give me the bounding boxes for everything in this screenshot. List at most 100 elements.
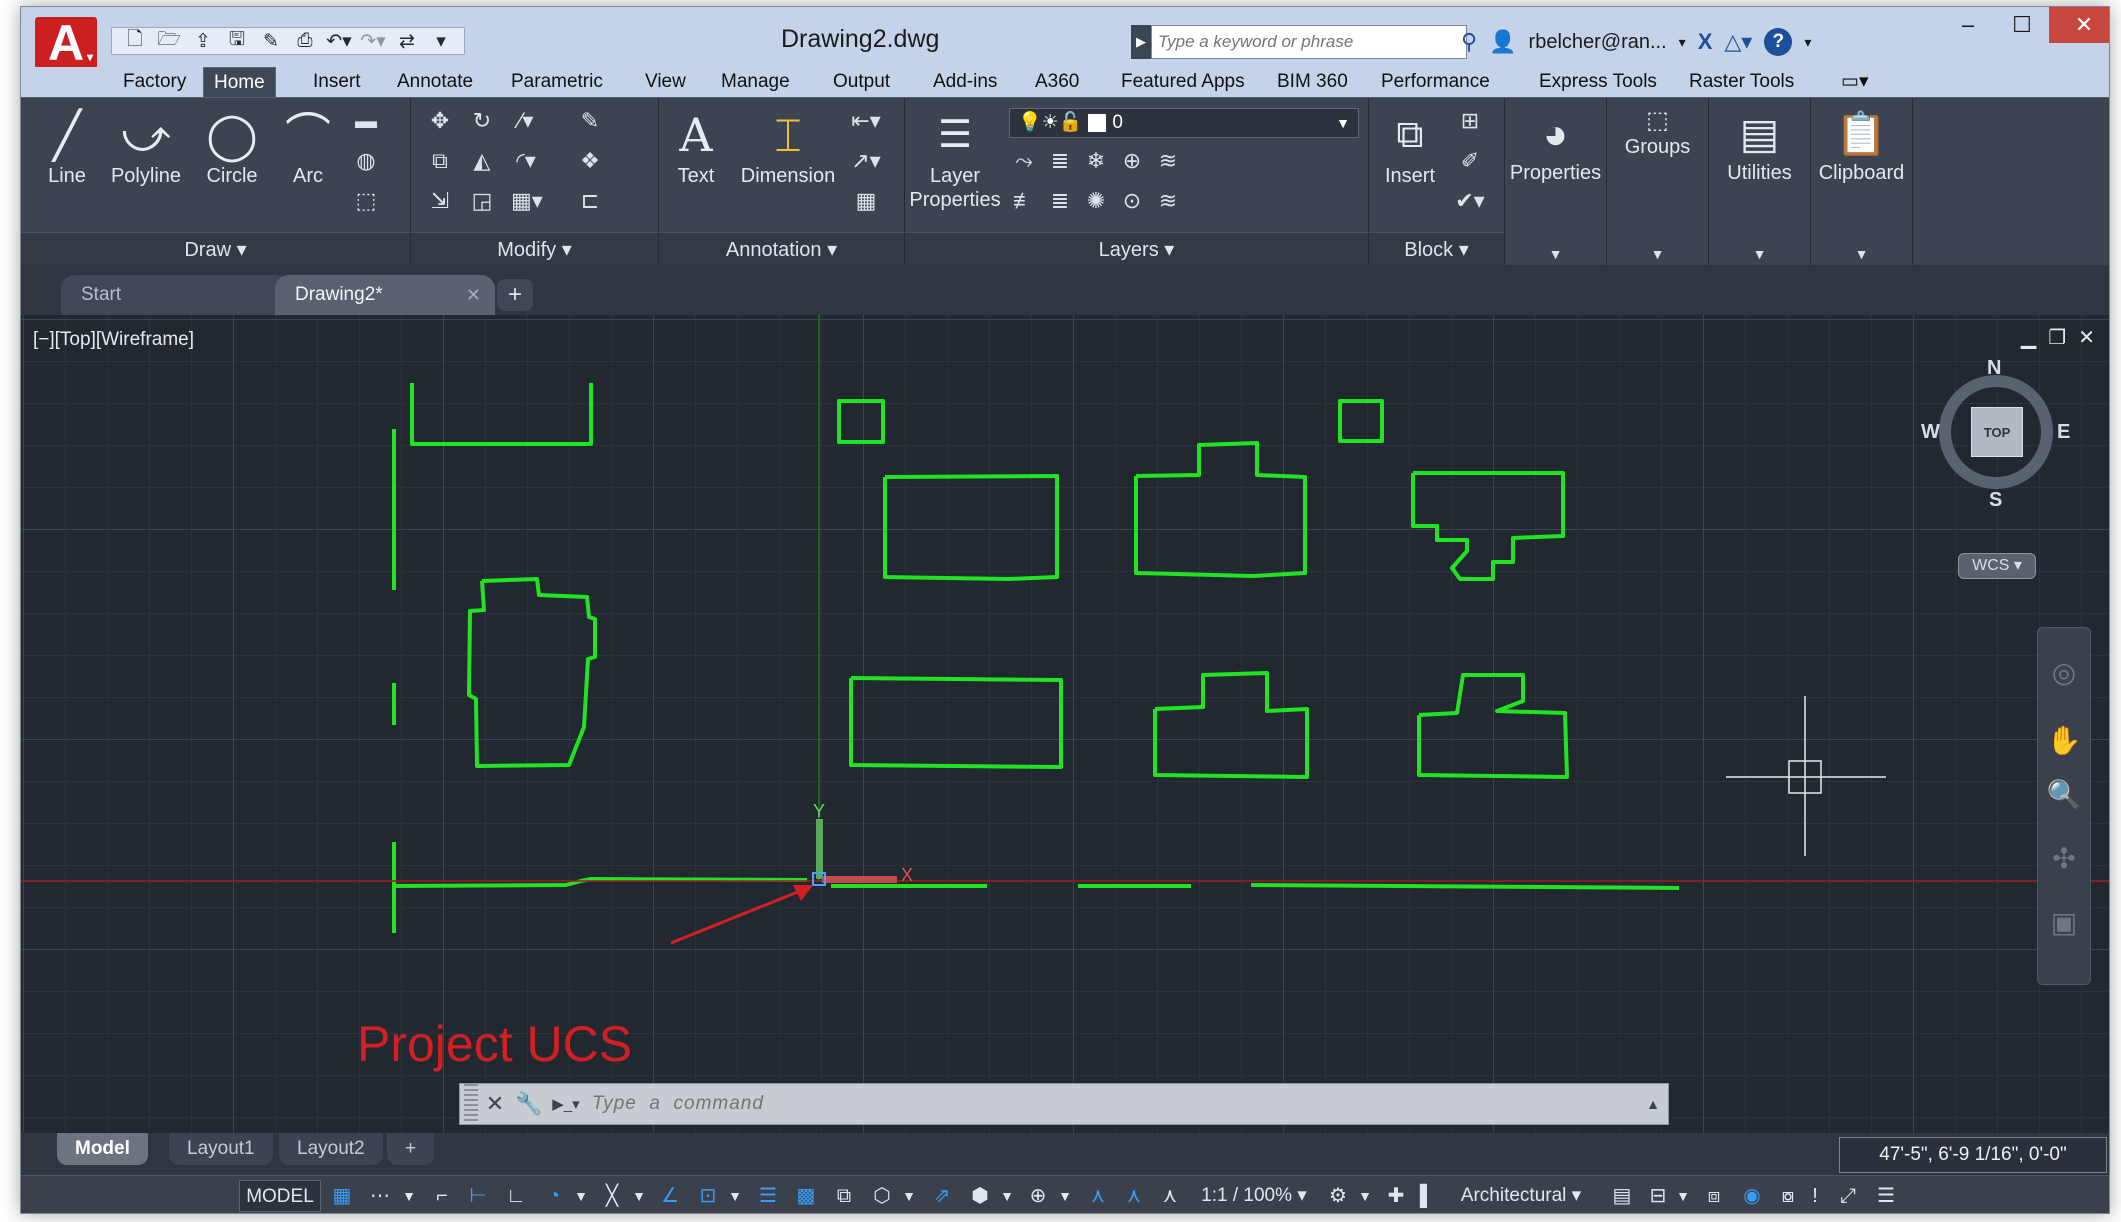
- infer-constraints-icon[interactable]: ⌐: [425, 1180, 459, 1212]
- insert-button[interactable]: ⧉ Insert: [1373, 106, 1447, 188]
- grid-icon[interactable]: ▦: [325, 1180, 359, 1212]
- object-snap-tracking-icon[interactable]: ∠: [653, 1180, 687, 1212]
- dimension-button[interactable]: ⌶ Dimension: [733, 106, 843, 188]
- new-icon[interactable]: 🗋: [120, 28, 150, 54]
- annotation-scale-icon[interactable]: ⋏: [1153, 1180, 1187, 1212]
- line-button[interactable]: ╱ Line: [35, 106, 99, 188]
- binoculars-icon[interactable]: ⚲: [1461, 29, 1477, 55]
- selection-cycling-icon[interactable]: ⧉: [827, 1180, 861, 1212]
- 3d-osnap-icon[interactable]: ⬡: [865, 1180, 899, 1212]
- annotation-scale-dropdown[interactable]: 1:1 / 100% ▾: [1189, 1180, 1319, 1212]
- wcs-menu[interactable]: WCS ▾: [1958, 553, 2036, 579]
- chevron-up-icon[interactable]: ▲: [1638, 1096, 1668, 1112]
- annotation-panel-label[interactable]: Annotation ▾: [659, 232, 904, 266]
- ortho-icon[interactable]: ∟: [499, 1180, 533, 1212]
- gizmo-icon[interactable]: ⊕: [1021, 1180, 1055, 1212]
- layer-freeze-icon[interactable]: ❄: [1081, 146, 1111, 176]
- tab-layout1[interactable]: Layout1: [169, 1133, 273, 1165]
- viewcube-top-face[interactable]: TOP: [1971, 407, 2023, 457]
- make-current-icon[interactable]: ≢: [1009, 186, 1039, 216]
- user-name[interactable]: rbelcher@ran...: [1529, 31, 1667, 54]
- transparency-icon[interactable]: ▩: [789, 1180, 823, 1212]
- tab-insert[interactable]: Insert: [303, 67, 371, 97]
- layer-dropdown[interactable]: 💡☀🔓 0 ▼: [1009, 108, 1359, 138]
- fillet-icon[interactable]: ◜▾: [511, 146, 541, 176]
- close-icon[interactable]: ✕: [2049, 7, 2109, 43]
- create-block-icon[interactable]: ⊞: [1455, 106, 1485, 136]
- auto-scale-icon[interactable]: ⋏: [1117, 1180, 1151, 1212]
- edit-block-icon[interactable]: ✐: [1455, 146, 1485, 176]
- application-menu-button[interactable]: A ▾: [35, 17, 97, 69]
- wrench-icon[interactable]: 🔧: [512, 1091, 546, 1117]
- isodraft-icon[interactable]: ╳: [595, 1180, 629, 1212]
- isolate-objects-icon[interactable]: ⧇: [1771, 1180, 1805, 1212]
- compass-west[interactable]: W: [1921, 421, 1940, 444]
- maximize-icon[interactable]: ☐: [1995, 7, 2049, 43]
- chevron-down-icon[interactable]: ▼: [1671, 1180, 1695, 1212]
- layer-off-icon[interactable]: ⤳: [1009, 146, 1039, 176]
- tab-start[interactable]: Start: [61, 275, 291, 315]
- close-icon[interactable]: ✕: [466, 275, 481, 315]
- layer-thaw-icon[interactable]: ✺: [1081, 186, 1111, 216]
- tab-layout2[interactable]: Layout2: [279, 1133, 383, 1165]
- compass-north[interactable]: N: [1987, 357, 2001, 380]
- polar-tracking-icon[interactable]: ◔: [537, 1180, 571, 1212]
- tab-parametric[interactable]: Parametric: [501, 67, 613, 97]
- orbit-icon[interactable]: ✣: [2038, 842, 2090, 875]
- layer-walk-icon[interactable]: ≋: [1153, 186, 1183, 216]
- mirror-icon[interactable]: ◭: [467, 146, 497, 176]
- command-input[interactable]: [586, 1084, 1638, 1124]
- move-icon[interactable]: ✥: [425, 106, 455, 136]
- showmotion-icon[interactable]: ▣: [2038, 906, 2090, 939]
- command-prompt-icon[interactable]: ▶_▾: [546, 1095, 586, 1113]
- clean-screen-icon[interactable]: ⤢: [1831, 1180, 1865, 1212]
- rectangle-icon[interactable]: ▬: [351, 106, 381, 136]
- chevron-down-icon[interactable]: ▼: [627, 1180, 651, 1212]
- tab-drawing2[interactable]: Drawing2* ✕: [275, 275, 495, 315]
- tab-bim-360[interactable]: BIM 360: [1267, 67, 1358, 97]
- layers-panel-label[interactable]: Layers ▾: [905, 232, 1368, 266]
- erase-icon[interactable]: ✎: [575, 106, 605, 136]
- lightbulb-icon[interactable]: !: [1803, 1180, 1827, 1212]
- search-input[interactable]: [1151, 25, 1467, 59]
- text-button[interactable]: A Text: [663, 106, 729, 188]
- chevron-down-icon[interactable]: ▼: [995, 1180, 1019, 1212]
- pan-icon[interactable]: ✋: [2038, 724, 2090, 757]
- boundary-icon[interactable]: ⬚: [351, 186, 381, 216]
- tab-express-tools[interactable]: Express Tools: [1529, 67, 1667, 97]
- annotation-monitor-icon[interactable]: ⧈: [1697, 1180, 1731, 1212]
- add-layout-button[interactable]: +: [387, 1133, 435, 1165]
- open-icon[interactable]: 🗁: [154, 28, 184, 54]
- match-layer-icon[interactable]: ≣: [1045, 186, 1075, 216]
- exchange-icon[interactable]: X: [1698, 29, 1713, 55]
- hatch-icon[interactable]: ◍: [351, 146, 381, 176]
- minimize-icon[interactable]: –: [1941, 7, 1995, 43]
- scale-icon[interactable]: ◲: [467, 186, 497, 216]
- tab-featured-apps[interactable]: Featured Apps: [1111, 67, 1255, 97]
- steering-wheel-icon[interactable]: ◎: [2038, 656, 2090, 689]
- copy-icon[interactable]: ⧉: [425, 146, 455, 176]
- linear-dimension-icon[interactable]: ⇤▾: [851, 106, 881, 136]
- object-snap-icon[interactable]: ⊡: [691, 1180, 725, 1212]
- caret-right-icon[interactable]: ▶: [1131, 25, 1151, 59]
- tab-add-ins[interactable]: Add-ins: [923, 67, 1007, 97]
- chevron-down-icon[interactable]: ▼: [569, 1180, 593, 1212]
- save-cloud-icon[interactable]: ⇪: [188, 28, 218, 54]
- snap-icon[interactable]: ⋯: [363, 1180, 397, 1212]
- utilities-panel[interactable]: ▤ Utilities ▼: [1709, 98, 1811, 266]
- compass-south[interactable]: S: [1989, 489, 2002, 512]
- tab-factory[interactable]: Factory: [113, 67, 196, 97]
- tab-performance[interactable]: Performance: [1371, 67, 1500, 97]
- coordinates-display[interactable]: 47'-5", 6'-9 1/16", 0'-0": [1839, 1137, 2107, 1173]
- leader-icon[interactable]: ↗▾: [851, 146, 881, 176]
- redo-icon[interactable]: ↷▾: [358, 28, 388, 54]
- block-panel-label[interactable]: Block ▾: [1369, 232, 1504, 266]
- hardware-acceleration-icon[interactable]: ◉: [1735, 1180, 1769, 1212]
- tab-output[interactable]: Output: [823, 67, 900, 97]
- tab-model[interactable]: Model: [57, 1133, 148, 1165]
- edit-attributes-icon[interactable]: ✔▾: [1455, 186, 1485, 216]
- array-icon[interactable]: ▦▾: [511, 186, 543, 216]
- drag-handle[interactable]: [464, 1084, 478, 1124]
- user-icon[interactable]: 👤: [1489, 29, 1516, 55]
- layer-isolate-icon[interactable]: ≣: [1045, 146, 1075, 176]
